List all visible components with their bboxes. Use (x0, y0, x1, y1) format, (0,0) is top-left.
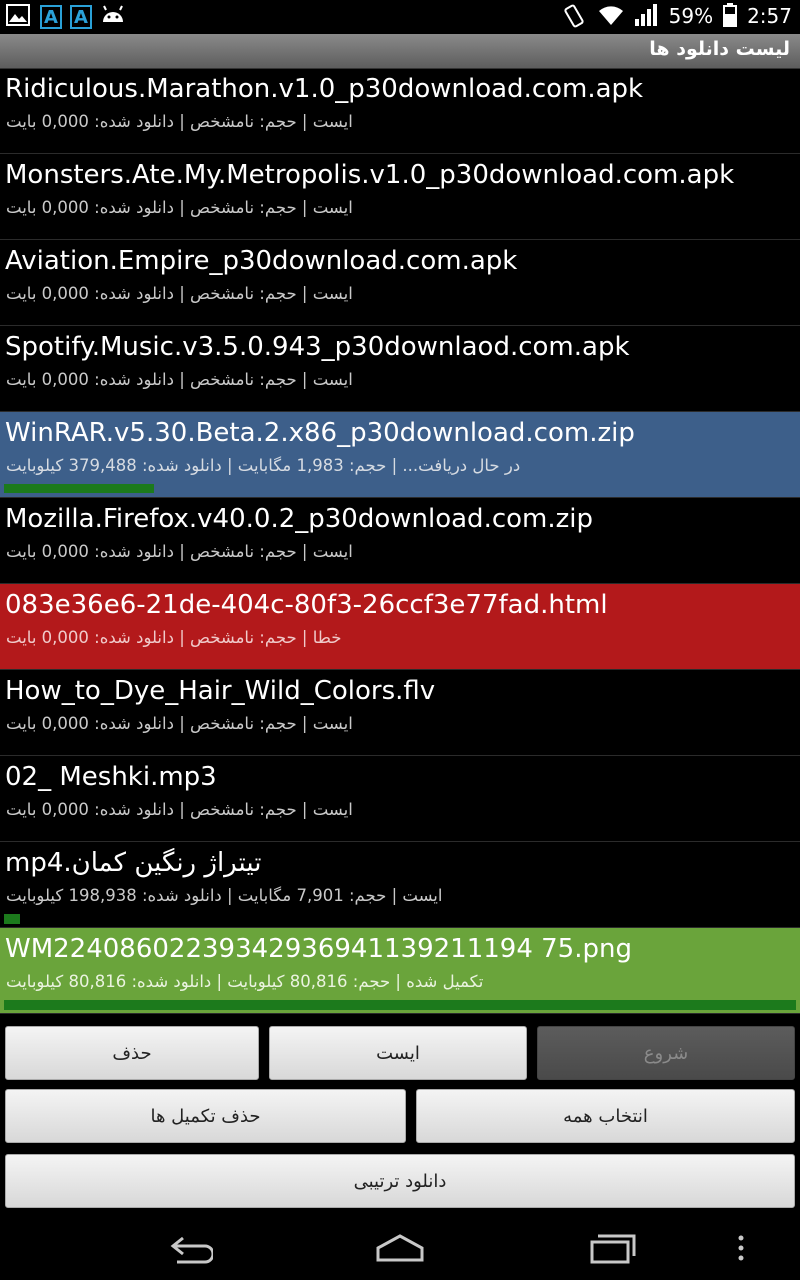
navigation-bar (0, 1216, 800, 1280)
rotate-icon (561, 3, 587, 29)
download-item[interactable]: Spotify.Music.v3.5.0.943_p30downlaod.com… (0, 326, 800, 412)
sequential-download-button[interactable]: دانلود ترتیبی (5, 1154, 795, 1208)
delete-button[interactable]: حذف (5, 1026, 259, 1080)
download-name: 02_ Meshki.mp3 (5, 762, 217, 792)
download-info: ایست | حجم: نامشخص | دانلود شده: 0,000 ب… (6, 112, 353, 131)
download-item[interactable]: Aviation.Empire_p30download.com.apk ایست … (0, 240, 800, 326)
download-name: Monsters.Ate.My.Metropolis.v1.0_p30downl… (5, 160, 735, 190)
select-all-button[interactable]: انتخاب همه (416, 1089, 795, 1143)
download-name: Aviation.Empire_p30download.com.apk (5, 246, 518, 276)
download-item[interactable]: Ridiculous.Marathon.v1.0_p30download.com… (0, 68, 800, 154)
download-item[interactable]: How_to_Dye_Hair_Wild_Colors.flv ایست | حج… (0, 670, 800, 756)
delete-completed-button[interactable]: حذف تکمیل ها (5, 1089, 406, 1143)
download-item[interactable]: Monsters.Ate.My.Metropolis.v1.0_p30downl… (0, 154, 800, 240)
menu-icon[interactable] (736, 1230, 746, 1270)
wifi-icon (597, 3, 623, 29)
download-info: ایست | حجم: نامشخص | دانلود شده: 0,000 ب… (6, 714, 353, 733)
download-info: ایست | حجم: نامشخص | دانلود شده: 0,000 ب… (6, 370, 353, 389)
recent-apps-icon[interactable] (588, 1230, 636, 1270)
a-icon: A (40, 5, 62, 29)
image-icon (6, 4, 32, 30)
home-icon[interactable] (374, 1230, 426, 1270)
download-info: خطا | حجم: نامشخص | دانلود شده: 0,000 با… (6, 628, 342, 647)
download-item[interactable]: Mozilla.Firefox.v40.0.2_p30download.com.… (0, 498, 800, 584)
download-item[interactable]: 02_ Meshki.mp3 ایست | حجم: نامشخص | دانلو… (0, 756, 800, 842)
download-info: ایست | حجم: نامشخص | دانلود شده: 0,000 ب… (6, 542, 353, 561)
a-icon: A (70, 5, 92, 29)
status-bar: A A 59% 2:57 (0, 0, 800, 34)
download-name: How_to_Dye_Hair_Wild_Colors.flv (5, 676, 436, 706)
download-item[interactable]: 083e36e6-21de-404c-80f3-26ccf3e77fad.htm… (0, 584, 800, 670)
download-info: ایست | حجم: نامشخص | دانلود شده: 0,000 ب… (6, 800, 353, 819)
download-info: ایست | حجم: نامشخص | دانلود شده: 0,000 ب… (6, 198, 353, 217)
download-name: تیتراژ رنگین کمان.mp4 (5, 848, 262, 878)
download-item[interactable]: WinRAR.v5.30.Beta.2.x86_p30download.com.… (0, 412, 800, 498)
download-name: WM22408602239342936941139211194 75.png (5, 934, 632, 964)
download-name: Ridiculous.Marathon.v1.0_p30download.com… (5, 74, 644, 104)
title-bar: لیست دانلود ها (0, 34, 800, 69)
download-info: تکمیل شده | حجم: 80,816 کیلوبایت | دانلو… (6, 972, 484, 991)
download-info: ایست | حجم: 7,901 مگابایت | دانلود شده: … (6, 886, 443, 905)
clock: 2:57 (747, 4, 792, 28)
back-icon[interactable] (165, 1230, 215, 1270)
download-info: در حال دریافت... | حجم: 1,983 مگابایت | … (6, 456, 521, 475)
action-buttons: حذف ایست شروع حذف تکمیل ها انتخاب همه دا… (0, 1018, 800, 1216)
download-list[interactable]: Ridiculous.Marathon.v1.0_p30download.com… (0, 68, 800, 1018)
download-item[interactable]: تیتراژ رنگین کمان.mp4 ایست | حجم: 7,901 م… (0, 842, 800, 928)
download-name: Mozilla.Firefox.v40.0.2_p30download.com.… (5, 504, 593, 534)
divider (0, 493, 800, 497)
progress-bar (4, 1000, 796, 1010)
download-info: ایست | حجم: نامشخص | دانلود شده: 0,000 ب… (6, 284, 353, 303)
signal-icon (633, 3, 659, 29)
battery-percent: 59% (668, 4, 714, 28)
android-icon (100, 4, 126, 30)
start-button[interactable]: شروع (537, 1026, 795, 1080)
download-name: 083e36e6-21de-404c-80f3-26ccf3e77fad.htm… (5, 590, 608, 620)
battery-icon (723, 3, 738, 29)
download-item[interactable]: WM22408602239342936941139211194 75.png تک… (0, 928, 800, 1014)
page-title: لیست دانلود ها (649, 38, 790, 60)
download-name: WinRAR.v5.30.Beta.2.x86_p30download.com.… (5, 418, 635, 448)
download-name: Spotify.Music.v3.5.0.943_p30downlaod.com… (5, 332, 630, 362)
progress-bar (4, 914, 20, 924)
stop-button[interactable]: ایست (269, 1026, 527, 1080)
